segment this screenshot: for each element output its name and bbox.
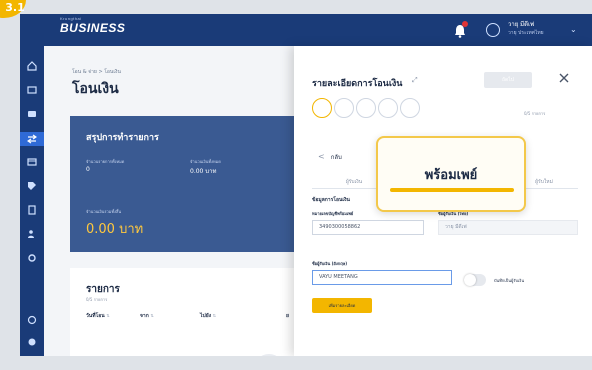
user-company: วายุ ประเทศไทย (508, 30, 544, 36)
tag-icon[interactable] (26, 180, 38, 192)
amount-label: จำนวนเงินทั้งหมด (190, 159, 221, 164)
sort-icon: ⇅ (212, 313, 217, 318)
name-en-label: ชื่อผู้รับเงิน (อังกฤษ) (312, 261, 348, 266)
chevron-down-icon[interactable]: ⌄ (570, 25, 577, 34)
transfer-icon[interactable] (20, 132, 44, 146)
back-label: กลับ (330, 154, 342, 161)
users-icon[interactable] (26, 228, 38, 240)
name-en-input[interactable]: VAYU MEETANG (312, 270, 452, 285)
wallet-icon[interactable] (26, 108, 38, 120)
column-header[interactable]: ย (286, 312, 289, 320)
summary-card: สรุปการทำรายการ จำนวนรายการทั้งหมด 0 จำน… (70, 116, 300, 252)
account-input[interactable]: 3490300058862 (312, 220, 424, 235)
panel-title: รายละเอียดการโอนเงิน (312, 79, 403, 89)
next-button[interactable]: ถัดไป (484, 72, 532, 88)
close-icon[interactable] (556, 70, 572, 86)
step-dot (334, 98, 354, 118)
brand-small: Krungthai (60, 16, 82, 21)
top-bar: Krungthai BUSINESS วายุ มีดีเพ่ วายุ ประ… (20, 14, 592, 46)
column-more: ย (286, 313, 289, 319)
step-badge-label: 3.1 (5, 1, 25, 14)
section-title: ข้อมูลการโอนเงิน (312, 197, 350, 203)
count-value: 0 (86, 166, 90, 173)
notification-dot (462, 21, 468, 27)
count-label: จำนวนรายการทั้งหมด (86, 159, 125, 164)
transactions-title: รายการ (86, 284, 120, 295)
document-icon[interactable] (26, 204, 38, 216)
chevron-left-icon: < (318, 152, 325, 161)
total-label: จำนวนเงินรวมทั้งสิ้น (86, 209, 122, 214)
amount-value: 0.00 บาท (190, 168, 217, 175)
step-dot (356, 98, 376, 118)
column-header[interactable]: จาก ⇅ (140, 312, 154, 320)
back-button[interactable]: < กลับ (318, 152, 342, 162)
column-header[interactable]: วันที่โอน ⇅ (86, 312, 110, 320)
save-recipient-toggle[interactable] (464, 274, 486, 286)
summary-title: สรุปการทำรายการ (86, 133, 159, 143)
sort-icon: ⇅ (150, 313, 154, 318)
user-name: วายุ มีดีเพ่ (508, 21, 535, 28)
column-to: ไปยัง (200, 313, 212, 319)
user-info[interactable]: วายุ มีดีเพ่ วายุ ประเทศไทย (508, 21, 544, 37)
recipient-name-field: วายุ มีดีเพ่ (438, 220, 578, 235)
transactions-count: 0/5 รายการ (86, 297, 108, 302)
callout-underline (390, 188, 514, 192)
step-dot (312, 98, 332, 118)
column-header[interactable]: ไปยัง ⇅ (200, 312, 216, 320)
sidebar (20, 46, 44, 356)
bell-icon[interactable] (454, 21, 468, 38)
card-icon[interactable] (26, 156, 38, 168)
column-date: วันที่โอน (86, 313, 105, 319)
step-dot (378, 98, 398, 118)
expand-icon[interactable]: ⤢ (412, 76, 418, 85)
settings-icon[interactable] (26, 252, 38, 264)
progress-text: 0/5 รายการ (524, 111, 546, 116)
brand-name: BUSINESS (60, 21, 126, 35)
home-icon[interactable] (26, 60, 38, 72)
page-title: โอนเงิน (72, 81, 119, 97)
help-icon[interactable] (26, 314, 38, 326)
account-label: หมายเลขบัญชีพร้อมเพย์ (312, 211, 354, 216)
brand-logo[interactable]: Krungthai BUSINESS (60, 16, 126, 35)
main-content: โอน & จ่าย > โอนเงิน โอนเงิน สรุปการทำรา… (44, 46, 300, 356)
step-dot (400, 98, 420, 118)
save-recipient-label: บันทึกเป็นผู้รับเงิน (494, 278, 525, 283)
logout-icon[interactable] (26, 336, 38, 348)
breadcrumb[interactable]: โอน & จ่าย > โอนเงิน (72, 68, 121, 76)
column-from: จาก (140, 313, 149, 319)
sort-icon: ⇅ (106, 313, 110, 318)
add-detail-button[interactable]: เพิ่มรายละเอียด (312, 298, 372, 313)
user-avatar-icon[interactable] (486, 23, 500, 37)
callout-text: พร้อมเพย์ (424, 168, 478, 183)
step-indicator (312, 98, 420, 118)
accounts-icon[interactable] (26, 84, 38, 96)
transactions-card: รายการ 0/5 รายการ วันที่โอน ⇅ จาก ⇅ ไปยั… (70, 268, 300, 356)
total-value: 0.00 บาท (86, 222, 144, 237)
promptpay-callout: พร้อมเพย์ (376, 136, 526, 212)
